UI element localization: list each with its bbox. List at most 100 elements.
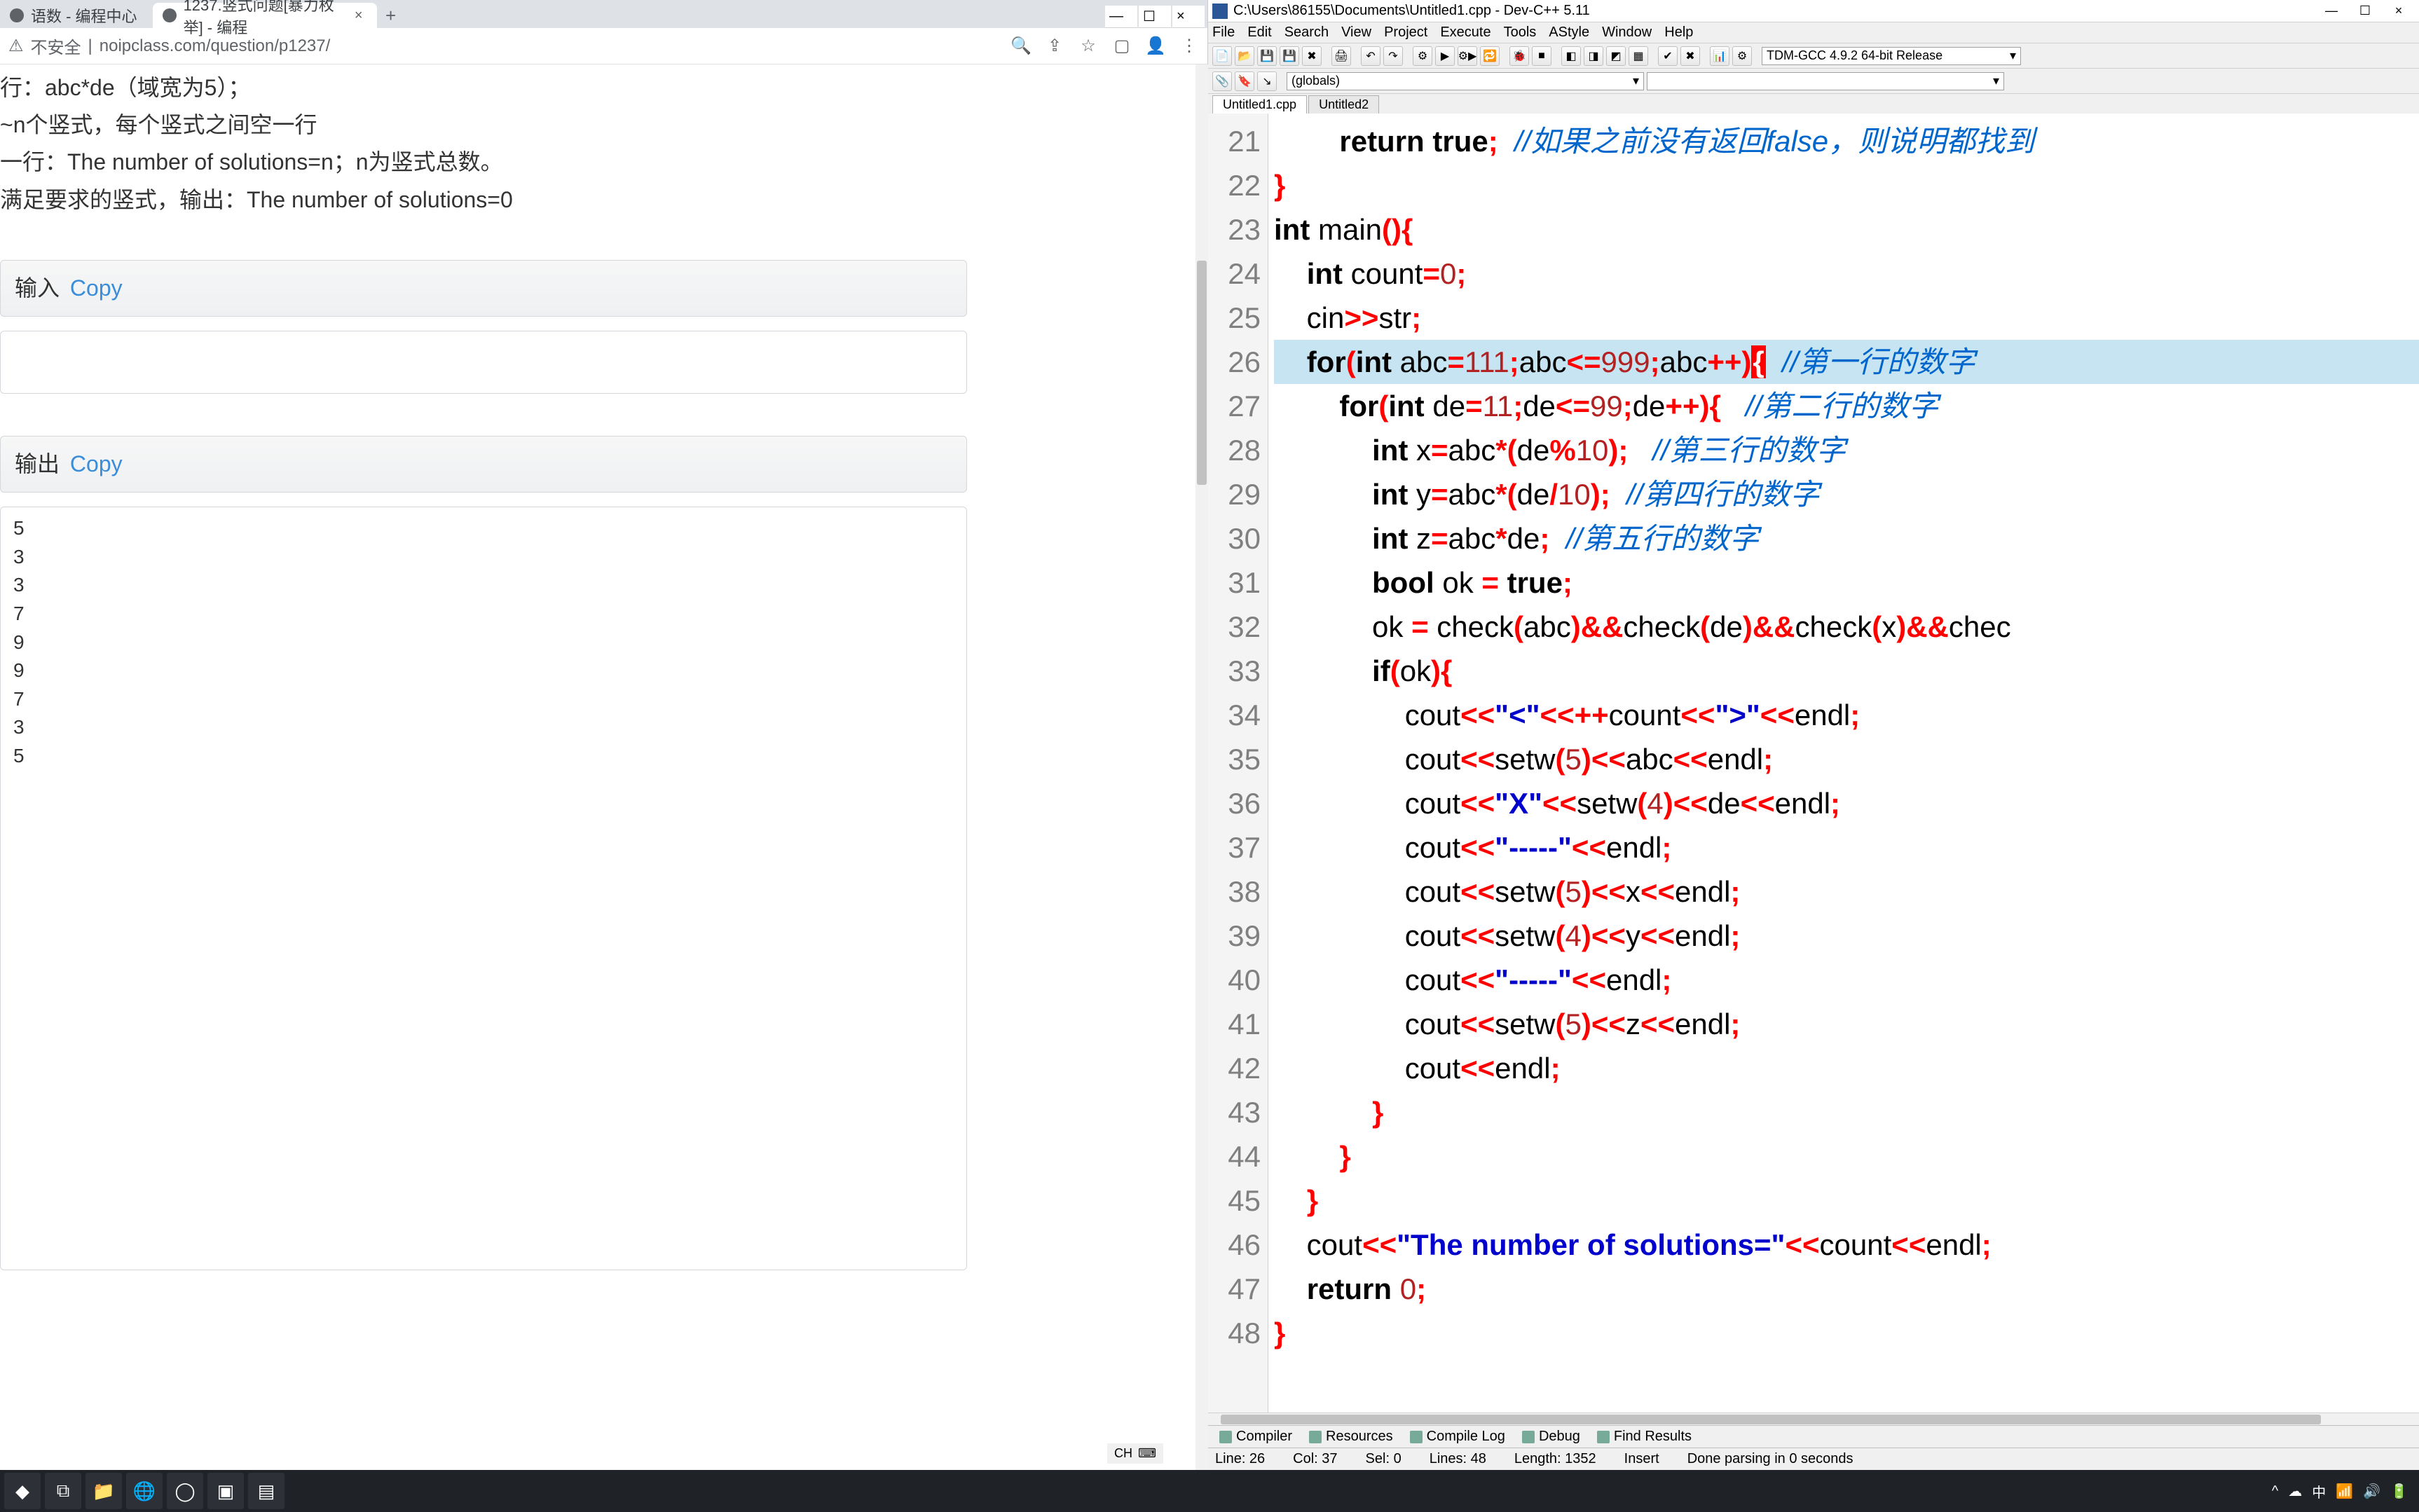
code-line[interactable]: int y=abc*(de/10); //第四行的数字 (1274, 472, 2419, 516)
browser-maximize[interactable]: ☐ (1139, 6, 1171, 28)
code-line[interactable]: int z=abc*de; //第五行的数字 (1274, 516, 2419, 561)
rebuild-button[interactable]: 🔁 (1480, 46, 1500, 66)
code-line[interactable]: cout<<endl; (1274, 1046, 2419, 1090)
menu-edit[interactable]: Edit (1247, 25, 1271, 41)
app-button[interactable]: ▤ (248, 1473, 285, 1509)
browser-scrollbar[interactable] (1195, 64, 1208, 1470)
menu-window[interactable]: Window (1602, 25, 1652, 41)
run-button[interactable]: ▶ (1435, 46, 1455, 66)
menu-help[interactable]: Help (1664, 25, 1693, 41)
browser-close[interactable]: × (1172, 6, 1205, 28)
code-line[interactable]: ok = check(abc)&&check(de)&&check(x)&&ch… (1274, 605, 2419, 649)
member-selector[interactable]: ▾ (1647, 72, 2004, 90)
toggle-button[interactable]: 🔖 (1235, 71, 1254, 91)
close-button[interactable]: × (2383, 1, 2415, 21)
bottom-tab-compiler[interactable]: Compiler (1212, 1427, 1299, 1446)
bottom-tab-debug[interactable]: Debug (1515, 1427, 1587, 1446)
code-line[interactable]: cout<<setw(5)<<z<<endl; (1274, 1002, 2419, 1046)
grid-button[interactable]: ▦ (1629, 46, 1648, 66)
profile-button[interactable]: 📊 (1710, 46, 1729, 66)
scrollbar-thumb[interactable] (1197, 261, 1207, 485)
code-line[interactable]: int main(){ (1274, 207, 2419, 252)
menu-icon[interactable]: ⋮ (1179, 36, 1199, 56)
code-line[interactable]: cout<<setw(4)<<y<<endl; (1274, 914, 2419, 958)
close-icon[interactable]: × (355, 8, 363, 24)
editor-tab-0[interactable]: Untitled1.cpp (1212, 95, 1307, 114)
explorer-button[interactable]: 📁 (85, 1473, 122, 1509)
system-tray[interactable]: ^ ☁ 中 📶 🔊 🔋 (2272, 1481, 2415, 1501)
maximize-button[interactable]: ☐ (2349, 1, 2381, 21)
open-button[interactable]: 📂 (1235, 46, 1254, 66)
code-line[interactable]: cout<<"<"<<++count<<">"<<endl; (1274, 693, 2419, 737)
menu-view[interactable]: View (1341, 25, 1371, 41)
code-editor[interactable]: 2122232425262728293031323334353637383940… (1208, 114, 2419, 1413)
zoom-icon[interactable]: 🔍 (1011, 36, 1031, 56)
redo-button[interactable]: ↷ (1383, 46, 1403, 66)
print-button[interactable]: 🖨 (1331, 46, 1351, 66)
scope-selector[interactable]: (globals) ▾ (1287, 72, 1644, 90)
code-line[interactable]: bool ok = true; (1274, 561, 2419, 605)
bottom-tab-compile-log[interactable]: Compile Log (1403, 1427, 1512, 1446)
menu-astyle[interactable]: AStyle (1549, 25, 1589, 41)
code-line[interactable]: } (1274, 1134, 2419, 1178)
code-line[interactable]: cout<<"-----"<<endl; (1274, 958, 2419, 1002)
code-line[interactable]: cout<<setw(5)<<abc<<endl; (1274, 737, 2419, 781)
start-button[interactable]: ◆ (4, 1473, 41, 1509)
save-all-button[interactable]: 💾 (1280, 46, 1299, 66)
compiler-selector[interactable]: TDM-GCC 4.9.2 64-bit Release ▾ (1762, 47, 2021, 65)
code-line[interactable]: for(int abc=111;abc<=999;abc++){ //第一行的数… (1274, 340, 2419, 384)
menu-project[interactable]: Project (1384, 25, 1427, 41)
options-button[interactable]: ⚙ (1732, 46, 1752, 66)
new-file-button[interactable]: 📄 (1212, 46, 1232, 66)
taskview-button[interactable]: ⧉ (45, 1473, 81, 1509)
input-box[interactable] (0, 331, 967, 394)
code-line[interactable]: if(ok){ (1274, 649, 2419, 693)
code-line[interactable]: } (1274, 163, 2419, 207)
check-button[interactable]: ✔ (1658, 46, 1678, 66)
share-icon[interactable]: ⇪ (1045, 36, 1064, 56)
url-box[interactable]: ⚠ 不安全 | noipclass.com/question/p1237/ (8, 34, 1001, 58)
goto-bookmark-button[interactable]: ↘ (1257, 71, 1277, 91)
cancel-button[interactable]: ✖ (1680, 46, 1700, 66)
panel-icon[interactable]: ▢ (1112, 36, 1132, 56)
bookmark-button[interactable]: ◩ (1606, 46, 1626, 66)
browser-tab-0[interactable]: 语数 - 编程中心 (0, 3, 151, 28)
compile-run-button[interactable]: ⚙▶ (1458, 46, 1477, 66)
onedrive-icon[interactable]: ☁ (2288, 1483, 2302, 1500)
code-line[interactable]: cin>>str; (1274, 296, 2419, 340)
menu-file[interactable]: File (1212, 25, 1235, 41)
compile-button[interactable]: ⚙ (1413, 46, 1432, 66)
close-file-button[interactable]: ✖ (1302, 46, 1322, 66)
new-class-button[interactable]: ◧ (1561, 46, 1581, 66)
ime-tray-icon[interactable]: 中 (2312, 1481, 2326, 1501)
browser-tab-1[interactable]: 1237.竖式问题[暴力枚举] - 编程 × (153, 3, 377, 28)
code-line[interactable]: cout<<"X"<<setw(4)<<de<<endl; (1274, 781, 2419, 825)
code-line[interactable]: return 0; (1274, 1267, 2419, 1311)
code-line[interactable]: for(int de=11;de<=99;de++){ //第二行的数字 (1274, 384, 2419, 428)
editor-hscrollbar[interactable] (1208, 1413, 2419, 1425)
wifi-icon[interactable]: 📶 (2336, 1483, 2353, 1500)
bottom-tab-find-results[interactable]: Find Results (1590, 1427, 1699, 1446)
copy-link[interactable]: Copy (70, 451, 123, 476)
browser-minimize[interactable]: — (1105, 6, 1137, 28)
code-line[interactable]: } (1274, 1311, 2419, 1355)
menu-execute[interactable]: Execute (1440, 25, 1491, 41)
code-line[interactable]: cout<<"-----"<<endl; (1274, 825, 2419, 870)
menu-tools[interactable]: Tools (1504, 25, 1537, 41)
code-line[interactable]: return true; //如果之前没有返回false，则说明都找到 (1274, 119, 2419, 163)
code-area[interactable]: return true; //如果之前没有返回false，则说明都找到}int … (1268, 114, 2419, 1413)
insert-button[interactable]: 📎 (1212, 71, 1232, 91)
ime-indicator[interactable]: CH ⌨ (1107, 1443, 1163, 1464)
battery-icon[interactable]: 🔋 (2390, 1483, 2408, 1500)
star-icon[interactable]: ☆ (1078, 36, 1098, 56)
minimize-button[interactable]: — (2315, 1, 2348, 21)
edge-button[interactable]: 🌐 (126, 1473, 163, 1509)
goto-button[interactable]: ◨ (1584, 46, 1603, 66)
save-button[interactable]: 💾 (1257, 46, 1277, 66)
code-line[interactable]: cout<<"The number of solutions="<<count<… (1274, 1223, 2419, 1267)
menu-search[interactable]: Search (1284, 25, 1329, 41)
copy-link[interactable]: Copy (70, 275, 123, 301)
debug-button[interactable]: 🐞 (1509, 46, 1529, 66)
code-line[interactable]: cout<<setw(5)<<x<<endl; (1274, 870, 2419, 914)
code-line[interactable]: } (1274, 1090, 2419, 1134)
